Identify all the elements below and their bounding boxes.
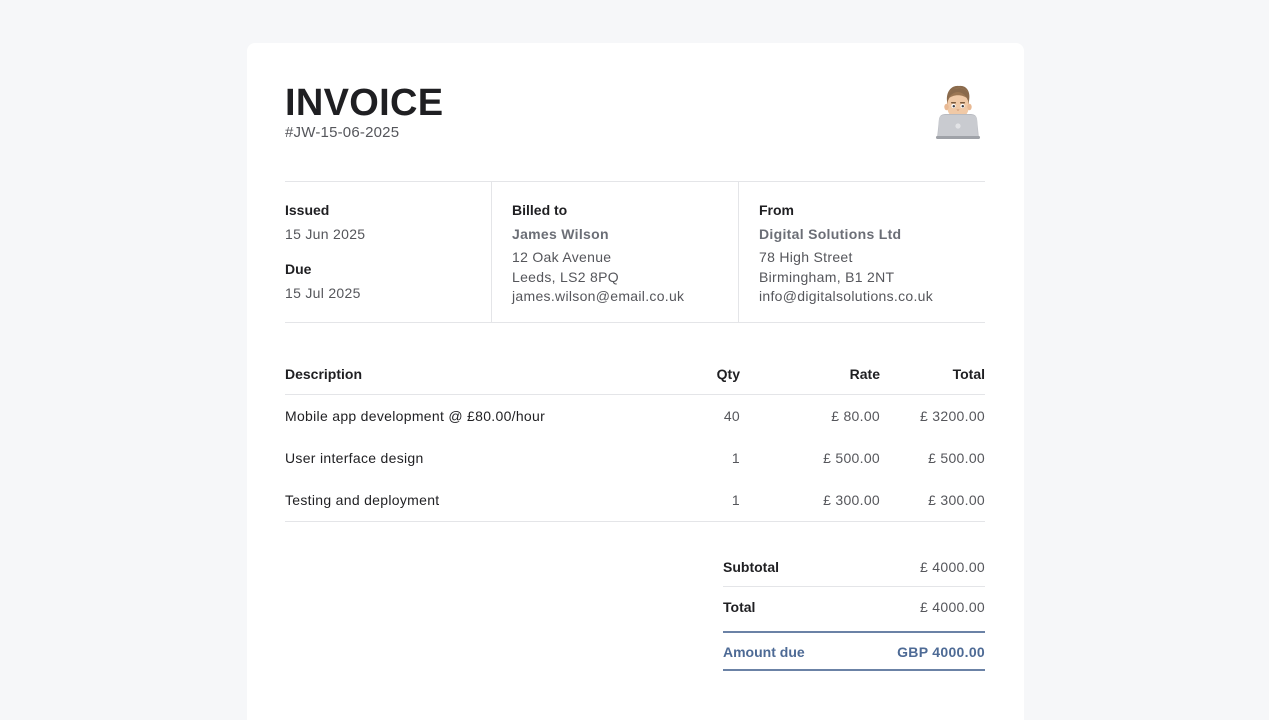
- row-rate: £ 500.00: [823, 450, 880, 466]
- total-label: Total: [723, 599, 756, 615]
- row-total: £ 500.00: [928, 450, 985, 466]
- totals-divider: [723, 586, 985, 587]
- issued-date: 15 Jun 2025: [285, 226, 366, 242]
- invoice-title: INVOICE: [285, 82, 444, 124]
- from-name: Digital Solutions Ltd: [759, 226, 902, 242]
- table-header: Description Qty Rate Total: [285, 353, 985, 395]
- table-row: Testing and deployment 1 £ 300.00 £ 300.…: [285, 479, 985, 521]
- invoice-number: #JW-15-06-2025: [285, 124, 400, 141]
- dates-column: Issued 15 Jun 2025 Due 15 Jul 2025: [285, 182, 492, 322]
- total-value: £ 4000.00: [920, 599, 985, 615]
- row-qty: 1: [731, 492, 740, 508]
- due-date: 15 Jul 2025: [285, 285, 361, 301]
- row-description: Mobile app development @ £80.00/hour: [285, 408, 546, 424]
- due-label: Due: [285, 261, 312, 277]
- from-address-line1: 78 High Street: [759, 249, 853, 265]
- row-description: User interface design: [285, 450, 424, 466]
- amount-due-bottom-border: [723, 669, 985, 671]
- billed-to-label: Billed to: [512, 202, 568, 218]
- row-total: £ 3200.00: [920, 408, 985, 424]
- row-qty: 1: [731, 450, 740, 466]
- table-row: Mobile app development @ £80.00/hour 40 …: [285, 395, 985, 437]
- invoice-card: INVOICE #JW-15-06-2025 Issued 15 Jun 202…: [247, 43, 1024, 720]
- amount-due-label: Amount due: [723, 644, 805, 660]
- avatar-icon: [936, 85, 980, 139]
- header-rate: Rate: [849, 366, 880, 382]
- billed-to-address-line1: 12 Oak Avenue: [512, 249, 612, 265]
- subtotal-value: £ 4000.00: [920, 559, 985, 575]
- billed-to-column: Billed to James Wilson 12 Oak Avenue Lee…: [492, 182, 739, 322]
- row-description: Testing and deployment: [285, 492, 440, 508]
- amount-due-top-border: [723, 631, 985, 633]
- billed-to-address-line2: Leeds, LS2 8PQ: [512, 269, 619, 285]
- row-rate: £ 300.00: [823, 492, 880, 508]
- from-column: From Digital Solutions Ltd 78 High Stree…: [739, 182, 985, 322]
- row-qty: 40: [723, 408, 740, 424]
- header-qty: Qty: [716, 366, 740, 382]
- from-email: info@digitalsolutions.co.uk: [759, 288, 934, 304]
- invoice-details: Issued 15 Jun 2025 Due 15 Jul 2025 Bille…: [285, 181, 985, 323]
- from-label: From: [759, 202, 794, 218]
- issued-label: Issued: [285, 202, 330, 218]
- header-total: Total: [952, 366, 985, 382]
- subtotal-label: Subtotal: [723, 559, 779, 575]
- row-total: £ 300.00: [928, 492, 985, 508]
- table-row: User interface design 1 £ 500.00 £ 500.0…: [285, 437, 985, 479]
- table-divider: [285, 521, 985, 522]
- amount-due-value: GBP 4000.00: [897, 644, 985, 660]
- billed-to-name: James Wilson: [512, 226, 609, 242]
- header-description: Description: [285, 366, 363, 382]
- from-address-line2: Birmingham, B1 2NT: [759, 269, 895, 285]
- billed-to-email: james.wilson@email.co.uk: [512, 288, 685, 304]
- row-rate: £ 80.00: [831, 408, 880, 424]
